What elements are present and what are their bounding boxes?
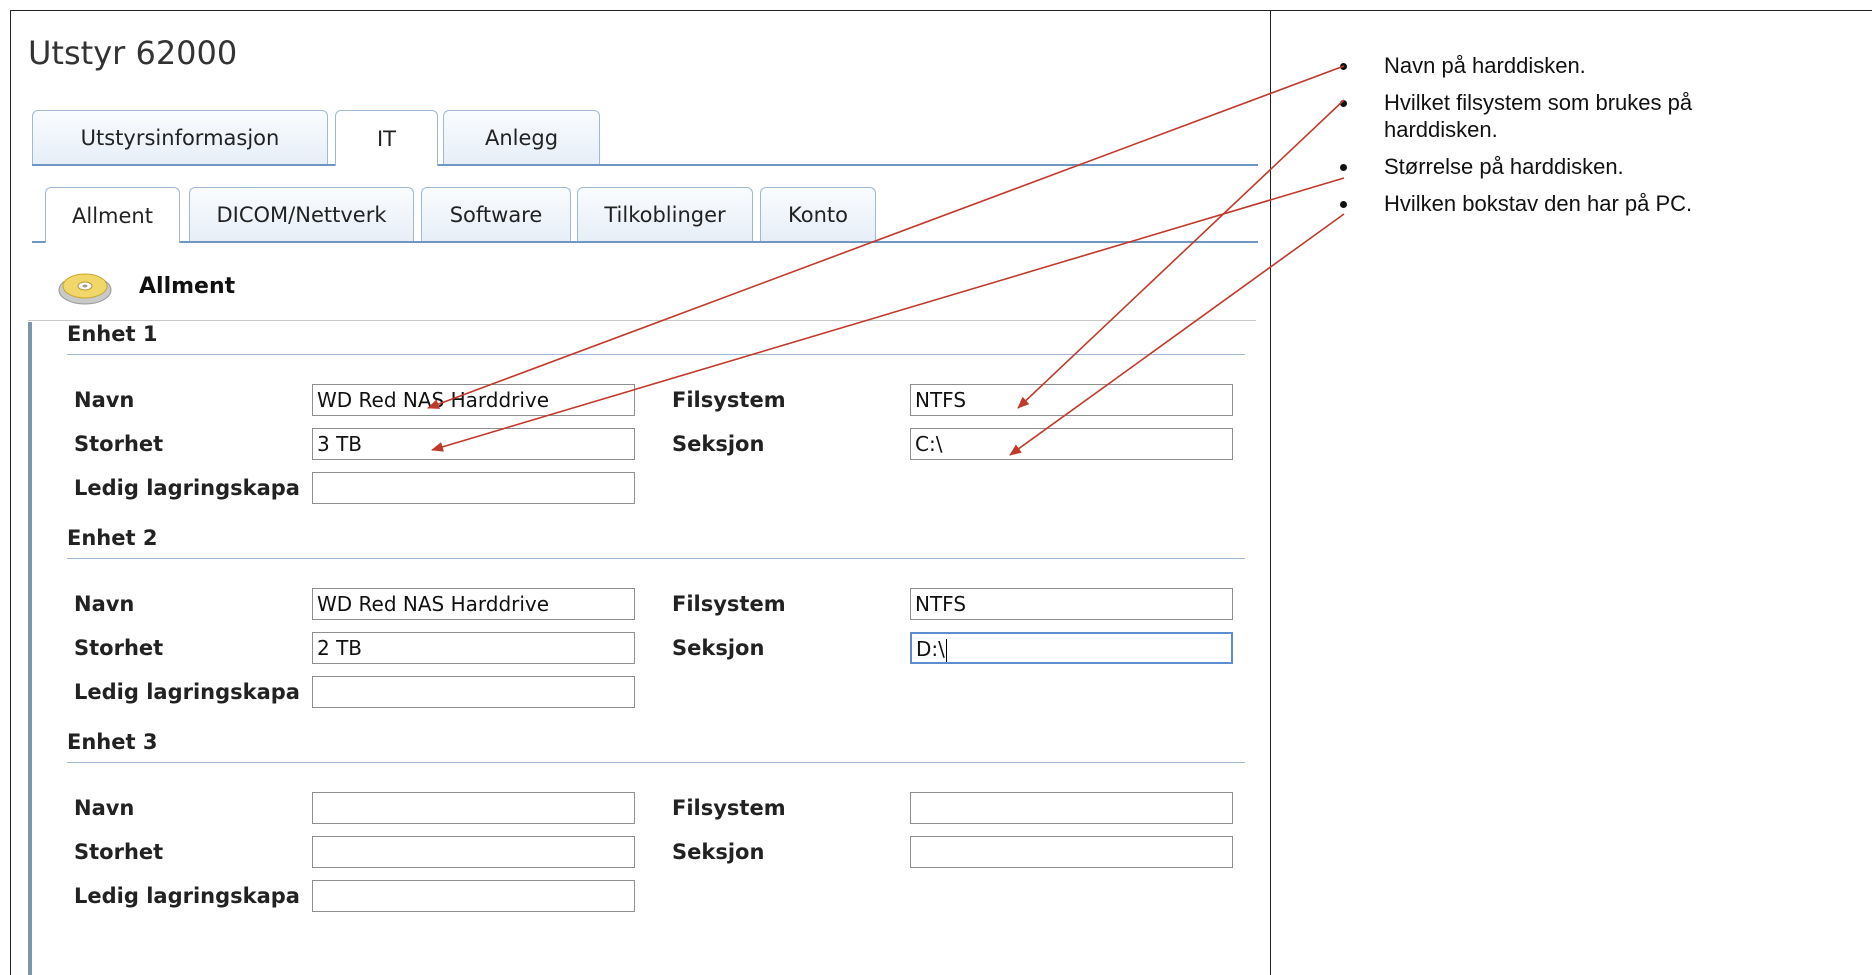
arrow-to-seksjon [1009,213,1345,456]
arrow-to-storhet [431,177,1345,452]
arrow-to-navn [427,65,1345,409]
annotation-arrows [427,65,1345,456]
arrow-to-filsystem [1017,99,1345,409]
